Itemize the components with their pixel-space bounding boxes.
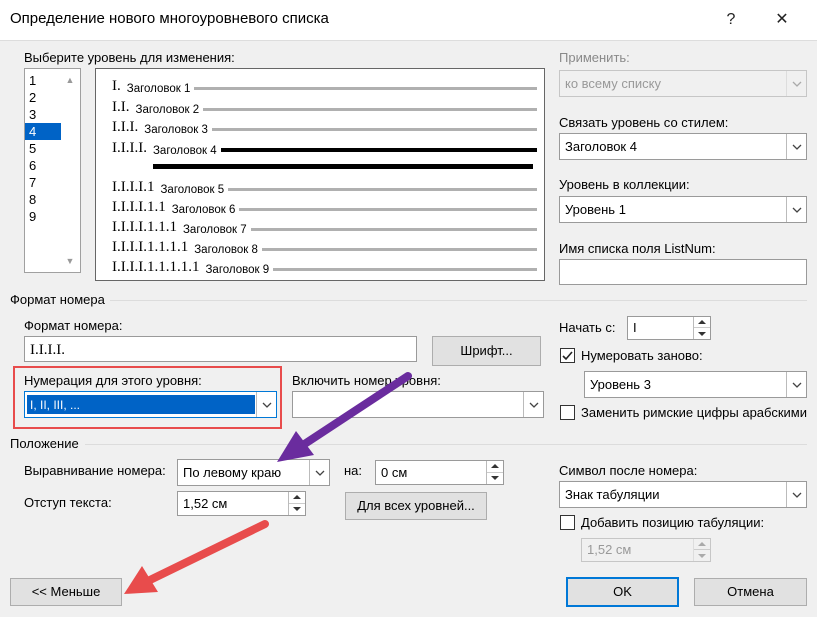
purple-arrow-icon [277,372,412,462]
annotation-arrows [124,372,412,594]
red-arrow-icon [124,520,269,594]
